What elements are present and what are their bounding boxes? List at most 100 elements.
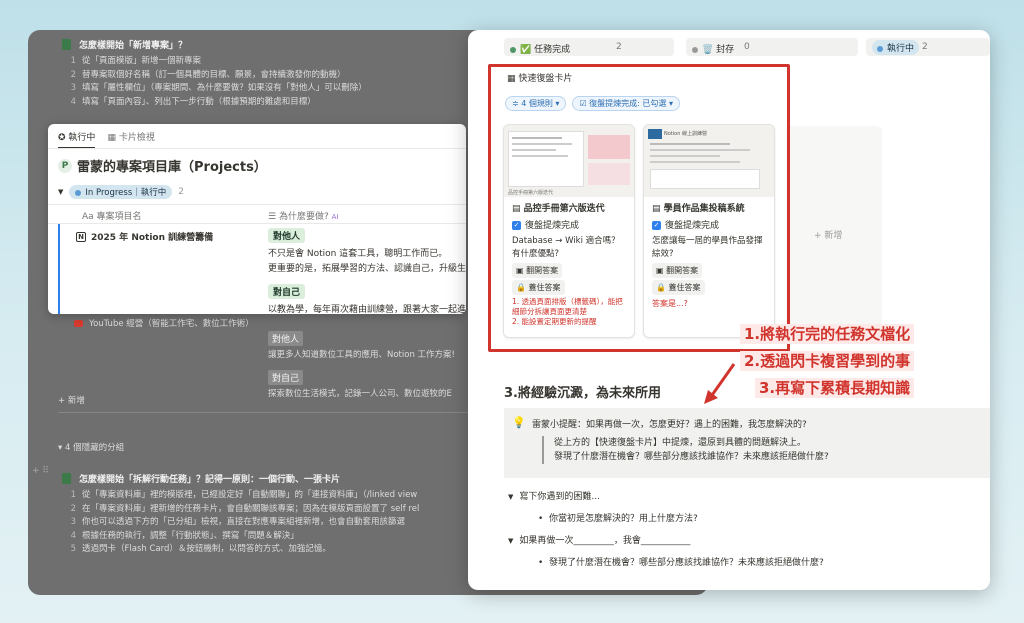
status-dot bbox=[510, 46, 516, 53]
card-cover-image: 品控手冊第六版迭代 bbox=[504, 125, 634, 197]
view-tabs: ✪ 執行中 ▦ 卡片檢視 bbox=[58, 130, 155, 149]
tag-self: 對自己 bbox=[268, 284, 306, 299]
add-new-button[interactable]: + 新增 bbox=[58, 394, 85, 406]
quick-review-gallery: ▦ 快速復盤卡片 ≑ 4 個規則 ▾ ☑ 復盤提煉完成: 已勾選 ▾ 品控手冊第… bbox=[488, 64, 790, 352]
table-header: Aa 專案項目名 ☰ 為什麼要做? AI bbox=[48, 204, 466, 224]
status-chip-done[interactable]: ✅ 任務完成 2 bbox=[504, 38, 674, 56]
col-name-header[interactable]: Aa 專案項目名 bbox=[82, 209, 142, 222]
group-count: 2 bbox=[178, 187, 184, 197]
annotation-list: 1.將執行完的任務文檔化 2.透過閃卡複習學到的事 3.再寫下累積長期知識 bbox=[740, 322, 915, 403]
checkbox-icon: ✓ bbox=[512, 221, 521, 230]
callout-quote: 從上方的【快速復盤卡片】中提煉，還原到具體的問題解決上。 發現了什麼潛在機會？哪… bbox=[542, 436, 829, 464]
star-icon: ✪ bbox=[58, 133, 66, 143]
callout-box: 💡 雷蒙小提醒：如果再做一次，怎麼更好？遇上的困難，我怎麼解決的? 從上方的【快… bbox=[504, 408, 990, 478]
section1-list: 1 從「頁面模版」新增一個新專案 2 替專案取個好名稱（訂一個具體的目標、願景，會持… bbox=[62, 55, 367, 109]
table-row[interactable]: YouTube 經營（智能工作宅、數位工作術） 對他人 讓更多人知道數位工具的應… bbox=[74, 317, 474, 399]
row-title[interactable]: 2025 年 Notion 訓練營籌備 bbox=[91, 230, 213, 243]
divider bbox=[48, 148, 466, 149]
tab-in-progress[interactable]: ✪ 執行中 bbox=[58, 130, 96, 149]
caret-down-icon[interactable]: ▼ bbox=[508, 537, 513, 545]
filter-bar: ≑ 4 個規則 ▾ ☑ 復盤提煉完成: 已勾選 ▾ bbox=[505, 96, 680, 111]
callout-text: 雷蒙小提醒：如果再做一次，怎麼更好？遇上的困難，我怎麼解決的? bbox=[532, 420, 807, 430]
section2: 怎麼樣開始「拆解行動任務」？記得一原則：一個行動、一張卡片 1 從「專案資料庫」裡… bbox=[62, 472, 419, 557]
why-text: 更重要的是，拓展學習的方法、認識自己，升級生 bbox=[268, 264, 466, 274]
drag-handle-icon[interactable]: + ⠿ bbox=[32, 466, 49, 476]
hide-answer-button[interactable]: 🔒 蓋住答案 bbox=[652, 280, 766, 295]
add-new-button[interactable]: + 新增 bbox=[814, 228, 842, 241]
list-item: 3 你也可以透過下方的「已分組」檢視，直接在對應專案組裡新增，也會自動套用該篩選 bbox=[70, 517, 406, 527]
why-text: 不只是會 Notion 這套工具，聰明工作而已。 bbox=[268, 249, 448, 259]
youtube-icon bbox=[74, 319, 83, 327]
lock-icon: 🔒 bbox=[516, 283, 526, 292]
status-chip-in-progress[interactable]: 執行中 2 bbox=[866, 38, 990, 56]
tag-others: 對他人 bbox=[268, 228, 306, 243]
list-item: 1 從「專案資料庫」裡的模版裡，已經設定好「自動關聯」的「連接資料庫」（/link… bbox=[70, 490, 418, 500]
list-item: 4 根據任務的執行，調整「行動狀態」、撰寫「問題＆解決」 bbox=[70, 530, 299, 541]
page-icon: ▤ bbox=[512, 204, 521, 214]
checkbox-icon: ✓ bbox=[652, 221, 661, 230]
card-checkbox[interactable]: ✓ 復盤提煉完成 bbox=[512, 220, 626, 233]
db-title: 雷蒙的專案項目庫（Projects） bbox=[77, 160, 267, 175]
section1-title: 怎麼樣開始「新增專案」？ bbox=[79, 41, 188, 51]
filter-done-chip[interactable]: ☑ 復盤提煉完成: 已勾選 ▾ bbox=[572, 96, 680, 111]
hide-answer-button[interactable]: 🔒 蓋住答案 bbox=[512, 280, 626, 295]
book-icon bbox=[62, 39, 71, 50]
why-text: 以教為學，每年兩次藉由訓練營，跟著大家一起進 bbox=[268, 305, 466, 314]
hidden-groups-toggle[interactable]: ▾ 4 個隱藏的分組 bbox=[58, 441, 124, 453]
table-row[interactable]: N 2025 年 Notion 訓練營籌備 對他人 不只是會 Notion 這套… bbox=[58, 224, 466, 314]
status-dot bbox=[692, 46, 698, 53]
reveal-answer-button[interactable]: ▣ 翻開答案 bbox=[652, 263, 766, 278]
status-dot bbox=[877, 45, 883, 52]
filter-rules-chip[interactable]: ≑ 4 個規則 ▾ bbox=[505, 96, 567, 111]
section3-title: 3.將經驗沉澱，為未來所用 bbox=[504, 386, 661, 401]
caret-down-icon[interactable]: ▼ bbox=[58, 188, 63, 196]
page-icon: ▤ bbox=[652, 204, 661, 214]
grid-icon: ▦ bbox=[507, 74, 516, 84]
empty-board-column: + 新增 bbox=[786, 126, 882, 344]
tag-others: 對他人 bbox=[268, 331, 304, 346]
gallery-card-1[interactable]: 品控手冊第六版迭代 ▤ 品控手冊第六版迭代 ✓ 復盤提煉完成 Database →… bbox=[503, 124, 635, 338]
section1: 怎麼樣開始「新增專案」？ 1 從「頁面模版」新增一個新專案 2 替專案取個好名稱（訂… bbox=[62, 38, 367, 109]
annotation-arrow-icon bbox=[704, 363, 736, 404]
list-item: 3 填寫「屬性欄位」（專案期間、為什麼要做？如果沒有「對他人」可以刪除） bbox=[70, 83, 367, 93]
group-status-badge: In Progress｜執行中 bbox=[69, 185, 173, 199]
reveal-answer-button[interactable]: ▣ 翻開答案 bbox=[512, 263, 626, 278]
toggle-item[interactable]: ▼ 如果再做一次_________，我會___________ bbox=[508, 530, 824, 552]
row-title: YouTube 經營（智能工作宅、數位工作術） bbox=[89, 319, 254, 329]
tab-card-view[interactable]: ▦ 卡片檢視 bbox=[107, 130, 154, 149]
list-item: 1 從「頁面模版」新增一個新專案 bbox=[70, 56, 202, 66]
toggle-item[interactable]: ▼ 寫下你遇到的困難... bbox=[508, 486, 824, 508]
group-header[interactable]: ▼ In Progress｜執行中 2 bbox=[58, 185, 184, 199]
lightbulb-icon: 💡 bbox=[512, 416, 526, 429]
notion-logo-icon: N bbox=[76, 231, 86, 242]
annotation: 3.再寫下累積長期知識 bbox=[755, 378, 915, 398]
projects-db-icon: P bbox=[58, 158, 72, 173]
card-title: ▤ 品控手冊第六版迭代 bbox=[512, 204, 605, 214]
toggle-list: ▼ 寫下你遇到的困難... • 你當初是怎麼解決的？用上什麼方法? ▼ 如果再做一次… bbox=[508, 486, 824, 574]
card-index-icon: ▣ bbox=[656, 266, 664, 275]
card-checkbox[interactable]: ✓ 復盤提煉完成 bbox=[652, 220, 766, 233]
bullet-item: • 發現了什麼潛在機會？哪些部分應該找誰協作？未來應該拒絕做什麼? bbox=[538, 558, 824, 568]
annotation: 1.將執行完的任務文檔化 bbox=[740, 324, 915, 344]
book-icon bbox=[62, 473, 71, 484]
card-question: 怎麼讓每一屆的學員作品發揮綜效? bbox=[652, 236, 763, 259]
annotation: 2.透過閃卡複習學到的事 bbox=[740, 351, 915, 371]
card-cover-image: Notion 線上訓練營 bbox=[644, 125, 774, 197]
gallery-view-title[interactable]: ▦ 快速復盤卡片 bbox=[507, 71, 572, 84]
card-index-icon: ▣ bbox=[516, 266, 524, 275]
list-item: 5 透過閃卡（Flash Card）＆按鈕機制，以問答的方式、加強記憶。 bbox=[70, 544, 331, 554]
caret-down-icon[interactable]: ▼ bbox=[508, 493, 513, 501]
projects-database-card: ✪ 執行中 ▦ 卡片檢視 P 雷蒙的專案項目庫（Projects） ▼ In P… bbox=[48, 124, 466, 314]
grid-icon: ▦ bbox=[107, 133, 116, 143]
section2-title: 怎麼樣開始「拆解行動任務」？記得一原則：一個行動、一張卡片 bbox=[79, 475, 341, 485]
db-title-row: P 雷蒙的專案項目庫（Projects） bbox=[58, 156, 267, 175]
section2-list: 1 從「專案資料庫」裡的模版裡，已經設定好「自動關聯」的「連接資料庫」（/link… bbox=[62, 489, 420, 557]
list-item: 2 在「專案資料庫」裡新增的任務卡片，會自動關聯該專案；因為在模版頁面設置了 se… bbox=[70, 503, 420, 514]
col-why-header[interactable]: ☰ 為什麼要做? AI bbox=[268, 209, 338, 222]
gallery-card-2[interactable]: Notion 線上訓練營 ▤ 學員作品集投稿系統 ✓ 復盤提煉完成 怎麼讓每一屆的… bbox=[643, 124, 775, 338]
list-item: 2 替專案取個好名稱（訂一個具體的目標、願景，會持續激發你的動機） bbox=[70, 69, 346, 80]
list-item: 4 填寫「頁面內容」、列出下一步行動（根據預期的難處和目標） bbox=[70, 96, 316, 107]
status-chip-archive[interactable]: 🗑️ 封存 0 bbox=[686, 38, 858, 56]
tag-self: 對自己 bbox=[268, 370, 304, 385]
row-text: 探索數位生活模式，記錄一人公司、數位遊牧的E bbox=[268, 389, 452, 399]
